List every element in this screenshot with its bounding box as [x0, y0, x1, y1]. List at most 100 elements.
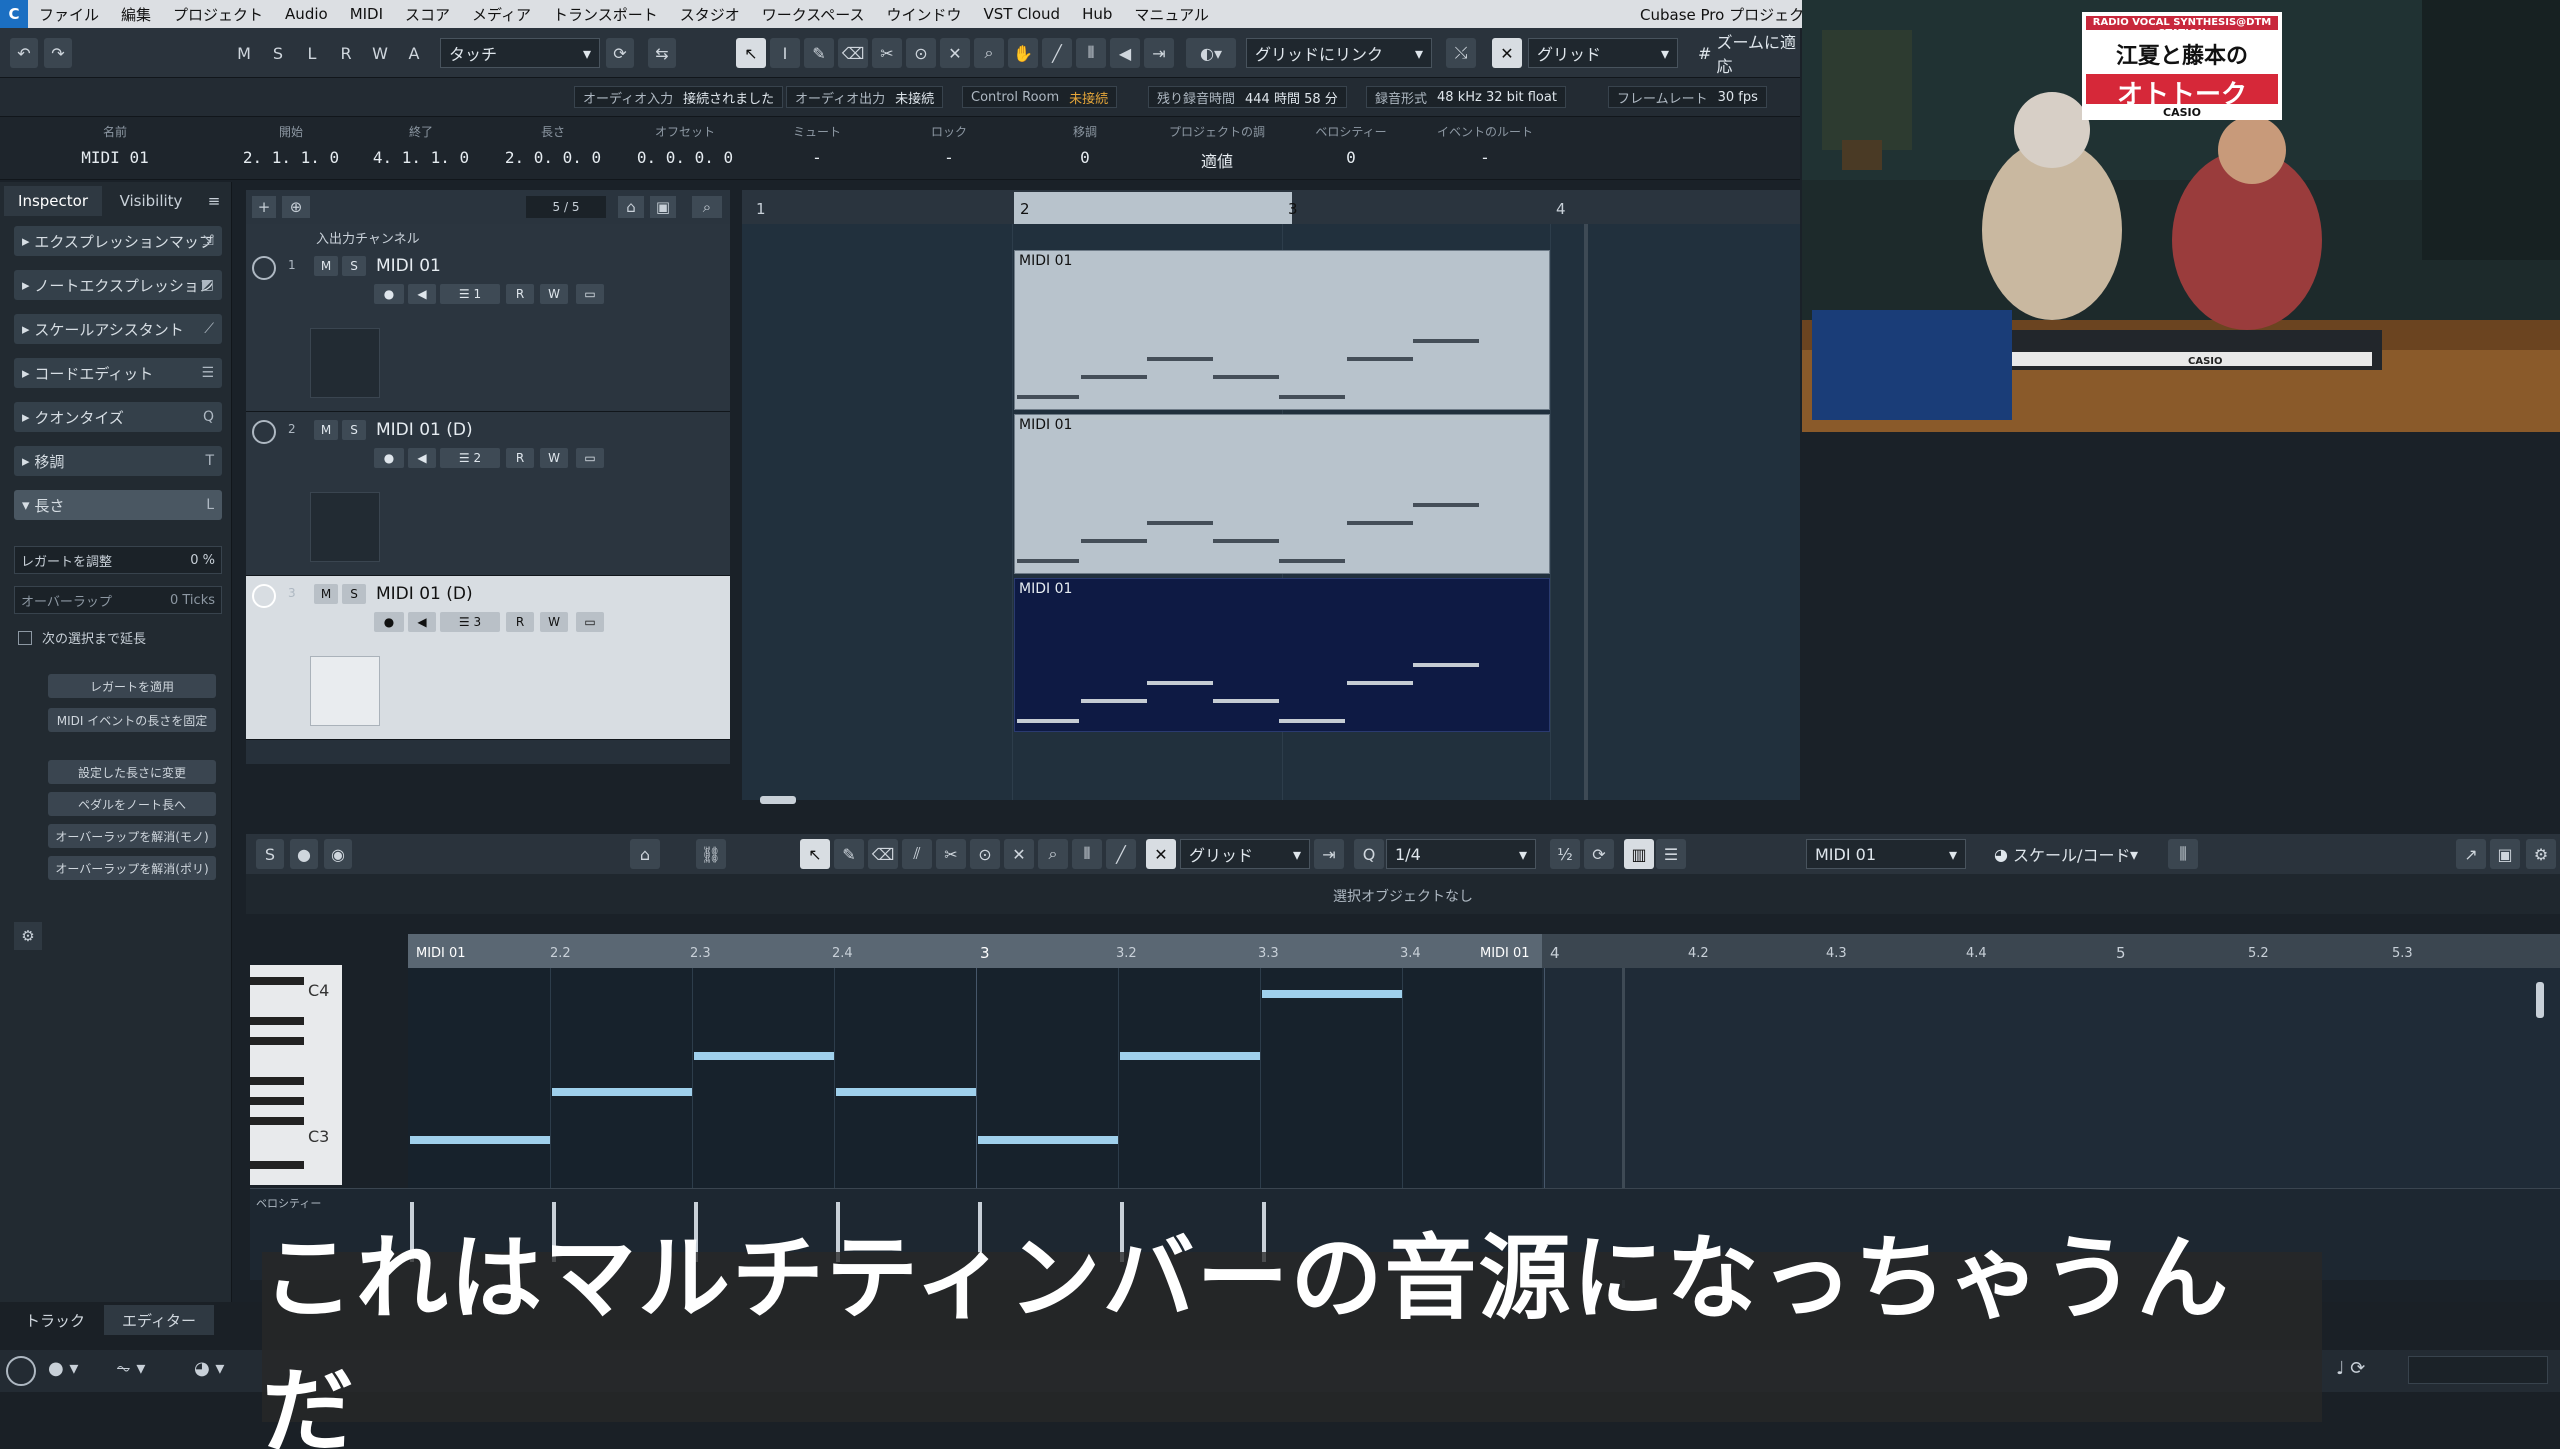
info-name[interactable]: 名前 MIDI 01	[50, 123, 180, 167]
record-enable-button[interactable]: ●	[374, 612, 404, 632]
menu-workspace[interactable]: ワークスペース	[751, 4, 876, 25]
info-velocity[interactable]: ベロシティー 0	[1286, 123, 1416, 167]
menu-hub[interactable]: Hub	[1071, 5, 1123, 23]
mixer-icon[interactable]: ⫼	[2168, 839, 2198, 869]
horizontal-scrollbar[interactable]	[760, 796, 796, 804]
section-chord-editing[interactable]: ▸ コードエディット ☰	[14, 358, 222, 388]
metronome-icon[interactable]: ◕ ▾	[194, 1358, 224, 1379]
loop-icon[interactable]: ⟳	[1584, 839, 1614, 869]
grid-type-select[interactable]: グリッド ▾	[1528, 38, 1678, 68]
split-tool-icon[interactable]: ✂	[872, 38, 902, 68]
mute-state-button[interactable]: M	[232, 38, 256, 68]
section-quantize[interactable]: ▸ クオンタイズ Q	[14, 402, 222, 432]
timewarp-tool-icon[interactable]: ⫴	[1076, 38, 1106, 68]
fix-length-button[interactable]: MIDI イベントの長さを固定	[48, 708, 216, 732]
menu-manual[interactable]: マニュアル	[1123, 4, 1220, 25]
midi-note[interactable]	[836, 1088, 976, 1096]
key-editor-ruler[interactable]: MIDI 01 2.2 2.3 2.4 3 3.2 3.3 3.4 MIDI 0…	[408, 934, 2560, 968]
line-tool-icon[interactable]: ╱	[1042, 38, 1072, 68]
zoom-fit-button[interactable]: # ズームに適応	[1690, 33, 1800, 76]
mute-button[interactable]: M	[314, 420, 338, 440]
midi-note[interactable]	[552, 1088, 692, 1096]
part-select[interactable]: MIDI 01 ▾	[1806, 839, 1966, 869]
snap-toggle-icon[interactable]: ⤯	[1446, 38, 1476, 68]
automation-state-button[interactable]: A	[402, 38, 426, 68]
read-button[interactable]: R	[506, 284, 534, 304]
read-state-button[interactable]: R	[334, 38, 358, 68]
length-quantize-icon[interactable]: ½	[1550, 839, 1580, 869]
cubase-logo-icon[interactable]: C	[0, 0, 28, 28]
undo-icon[interactable]: ↶	[10, 38, 38, 68]
section-note-expression[interactable]: ▸ ノートエクスプレッション ◩	[14, 270, 222, 300]
search-icon[interactable]: ⌕	[692, 196, 722, 218]
section-length[interactable]: ▾ 長さ L	[14, 490, 222, 520]
draw-tool-icon[interactable]: ✎	[804, 38, 834, 68]
record-editor-icon[interactable]: ●	[290, 839, 318, 869]
delete-overlap-mono-button[interactable]: オーバーラップを解消(モノ)	[48, 824, 216, 848]
info-lock[interactable]: ロック -	[884, 123, 1014, 167]
quantize-icon[interactable]: Q	[1354, 839, 1384, 869]
info-start[interactable]: 開始 2. 1. 1. 0	[226, 123, 356, 167]
tempo-icon[interactable]: ♩ ⟳	[2336, 1358, 2365, 1379]
object-selection-tool-icon[interactable]: ↖	[800, 839, 830, 869]
comp-tool-icon[interactable]: ⇥	[1144, 38, 1174, 68]
pedal-to-length-button[interactable]: ペダルをノート長へ	[48, 792, 216, 816]
snap-toggle-icon[interactable]: ⇥	[1314, 839, 1344, 869]
menu-studio[interactable]: スタジオ	[669, 4, 751, 25]
add-track-icon[interactable]: +	[252, 196, 276, 218]
extend-checkbox-row[interactable]: 次の選択まで延長	[18, 628, 146, 647]
midi-note[interactable]	[1120, 1052, 1260, 1060]
mute-button[interactable]: M	[314, 256, 338, 276]
link-icon[interactable]: ⛓	[696, 839, 726, 869]
menu-midi[interactable]: MIDI	[339, 5, 394, 23]
track-row[interactable]: 1 M S MIDI 01 ● ◀ ☰ 1 R W ▭	[246, 248, 730, 412]
tab-track[interactable]: トラック	[0, 1305, 110, 1335]
redo-icon[interactable]: ↷	[44, 38, 72, 68]
punch-icon[interactable]: ⏦ ▾	[116, 1358, 145, 1379]
acoustic-feedback-icon[interactable]: ◉	[324, 839, 352, 869]
quantize-select[interactable]: 1/4 ▾	[1386, 839, 1536, 869]
home-icon[interactable]: ⌂	[630, 839, 660, 869]
set-length-button[interactable]: 設定した長さに変更	[48, 760, 216, 784]
automation-mode-select[interactable]: タッチ ▾	[440, 38, 600, 68]
speaker-tool-icon[interactable]: ◀	[1110, 38, 1140, 68]
erase-tool-icon[interactable]: ⌫	[868, 839, 898, 869]
solo-button[interactable]: S	[342, 420, 366, 440]
vertical-scrollbar[interactable]	[2536, 982, 2544, 1018]
edit-instrument-icon[interactable]: ▭	[576, 612, 604, 632]
monitor-button[interactable]: ◀	[408, 284, 436, 304]
monitor-button[interactable]: ◀	[408, 448, 436, 468]
info-event-root[interactable]: イベントのルート -	[1420, 123, 1550, 167]
overlap-slider[interactable]: オーバーラップ 0 Ticks	[14, 586, 222, 614]
section-transpose[interactable]: ▸ 移調 T	[14, 446, 222, 476]
write-button[interactable]: W	[540, 448, 568, 468]
autoscroll-icon[interactable]: ⇆	[648, 38, 676, 68]
record-enable-button[interactable]: ●	[374, 448, 404, 468]
loop-icon[interactable]: ⟳	[606, 38, 634, 68]
timewarp-tool-icon[interactable]: ⫴	[1072, 839, 1102, 869]
section-scale-assistant[interactable]: ▸ スケールアシスタント ⟋	[14, 314, 222, 344]
midi-note[interactable]	[978, 1136, 1118, 1144]
menu-icon[interactable]: ≡	[200, 186, 228, 216]
write-state-button[interactable]: W	[368, 38, 392, 68]
project-event-display[interactable]: MIDI 01 MIDI 01 MIDI 01	[742, 224, 1800, 804]
snap-mode-select[interactable]: グリッドにリンク ▾	[1246, 38, 1432, 68]
midi-note[interactable]	[1262, 990, 1402, 998]
tab-inspector[interactable]: Inspector	[4, 186, 102, 216]
zoom-tool-icon[interactable]: ⌕	[974, 38, 1004, 68]
gear-icon[interactable]: ⚙	[2526, 839, 2556, 869]
snap-on-icon[interactable]: ✕	[1492, 38, 1522, 68]
locator-range[interactable]	[1014, 192, 1292, 224]
draw-tool-icon[interactable]: ✎	[834, 839, 864, 869]
record-enable-button[interactable]: ●	[374, 284, 404, 304]
listen-state-button[interactable]: L	[300, 38, 324, 68]
checkbox[interactable]	[18, 630, 32, 645]
edit-instrument-icon[interactable]: ▭	[576, 284, 604, 304]
apply-legato-button[interactable]: レガートを適用	[48, 674, 216, 698]
time-display[interactable]	[2408, 1356, 2548, 1384]
window-layout-icon[interactable]: ▣	[2490, 839, 2520, 869]
midi-part-selected[interactable]: MIDI 01	[1014, 578, 1550, 732]
zoom-tool-icon[interactable]: ⌕	[1038, 839, 1068, 869]
midi-channel[interactable]: ☰ 1	[440, 284, 500, 304]
monitor-button[interactable]: ◀	[408, 612, 436, 632]
